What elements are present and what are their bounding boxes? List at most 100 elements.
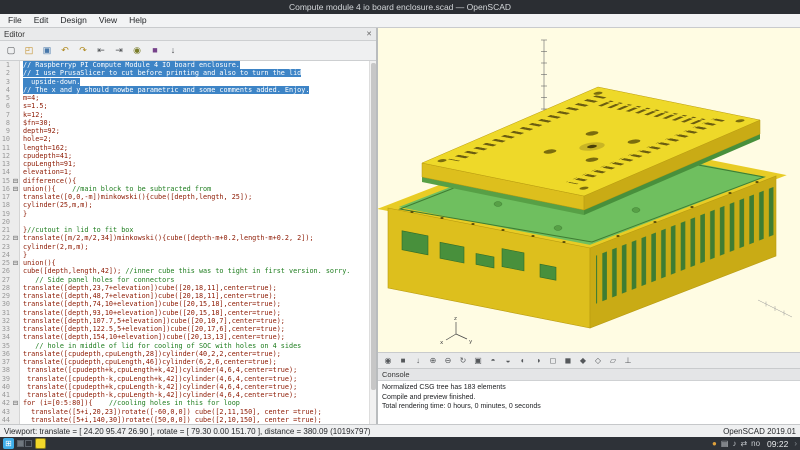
menu-design[interactable]: Design — [54, 14, 92, 27]
3d-viewport[interactable]: z x y — [378, 28, 800, 352]
view-diagonal-icon[interactable]: ◆ — [576, 354, 590, 367]
new-file-icon[interactable]: ▢ — [3, 43, 19, 59]
desktop-1[interactable] — [17, 440, 24, 447]
indent-icon[interactable]: ⇥ — [111, 43, 127, 59]
preview-icon[interactable]: ◉ — [381, 354, 395, 367]
fold-marker[interactable] — [12, 119, 20, 127]
fold-marker[interactable] — [12, 292, 20, 300]
save-file-icon[interactable]: ▣ — [39, 43, 55, 59]
hide-panel-icon[interactable]: › — [794, 439, 797, 448]
app-launcher-icon[interactable]: ⊞ — [3, 438, 14, 449]
fold-marker[interactable] — [12, 144, 20, 152]
fold-marker[interactable] — [12, 333, 20, 341]
keyboard-layout-indicator[interactable]: no — [750, 439, 761, 448]
perspective-icon[interactable]: ◇ — [591, 354, 605, 367]
console-message: Compile and preview finished. — [382, 393, 796, 403]
fold-marker[interactable] — [12, 111, 20, 119]
reset-view-icon[interactable]: ↻ — [456, 354, 470, 367]
orthogonal-icon[interactable]: ▱ — [606, 354, 620, 367]
fold-marker[interactable] — [12, 135, 20, 143]
line-number: 5 — [0, 94, 12, 102]
fold-marker[interactable] — [12, 193, 20, 201]
export-icon[interactable]: ↓ — [165, 43, 181, 59]
fold-marker[interactable] — [12, 350, 20, 358]
clock[interactable]: 09:22 — [764, 439, 791, 449]
fold-marker[interactable] — [12, 78, 20, 86]
close-icon[interactable]: ✕ — [366, 30, 372, 38]
fold-marker[interactable] — [12, 325, 20, 333]
fold-marker[interactable] — [12, 383, 20, 391]
view-front-icon[interactable]: ◻ — [546, 354, 560, 367]
fold-marker[interactable] — [12, 276, 20, 284]
taskbar-app-openscad[interactable] — [35, 438, 46, 449]
fold-marker[interactable] — [12, 168, 20, 176]
fold-marker[interactable] — [12, 408, 20, 416]
menu-view[interactable]: View — [93, 14, 123, 27]
view-all-icon[interactable]: ▣ — [471, 354, 485, 367]
fold-marker[interactable] — [12, 86, 20, 94]
fold-marker[interactable] — [12, 218, 20, 226]
fold-marker[interactable] — [12, 251, 20, 259]
virtual-desktop-pager[interactable] — [17, 440, 32, 447]
fold-marker[interactable] — [12, 226, 20, 234]
view-back-icon[interactable]: ◼ — [561, 354, 575, 367]
fold-marker[interactable] — [12, 358, 20, 366]
fold-marker[interactable] — [12, 102, 20, 110]
fold-marker[interactable]: ⊟ — [12, 177, 20, 185]
preview-icon[interactable]: ◉ — [129, 43, 145, 59]
view-right-icon[interactable]: ◑ — [531, 354, 545, 367]
fold-marker[interactable]: ⊟ — [12, 185, 20, 193]
redo-icon[interactable]: ↷ — [75, 43, 91, 59]
render-icon[interactable]: ■ — [147, 43, 163, 59]
open-file-icon[interactable]: ◰ — [21, 43, 37, 59]
view-left-icon[interactable]: ◐ — [516, 354, 530, 367]
fold-marker[interactable] — [12, 375, 20, 383]
view-bottom-icon[interactable]: ◒ — [501, 354, 515, 367]
render-icon[interactable]: ■ — [396, 354, 410, 367]
show-axes-icon[interactable]: ⊥ — [621, 354, 635, 367]
fold-marker[interactable] — [12, 342, 20, 350]
scrollbar-thumb[interactable] — [371, 63, 376, 390]
fold-marker[interactable]: ⊟ — [12, 399, 20, 407]
code-text: elevation=1; — [23, 168, 72, 176]
zoom-in-icon[interactable]: ⊕ — [426, 354, 440, 367]
tray-volume-icon[interactable]: ♪ — [731, 439, 737, 448]
menu-edit[interactable]: Edit — [28, 14, 55, 27]
line-number: 43 — [0, 408, 12, 416]
fold-marker[interactable] — [12, 210, 20, 218]
unindent-icon[interactable]: ⇤ — [93, 43, 109, 59]
editor-scrollbar[interactable] — [369, 61, 376, 424]
fold-marker[interactable] — [12, 160, 20, 168]
fold-marker[interactable] — [12, 300, 20, 308]
editor-line: 31 translate([depth,93,10+elevation])cub… — [0, 309, 376, 317]
desktop-2[interactable] — [25, 440, 32, 447]
zoom-out-icon[interactable]: ⊖ — [441, 354, 455, 367]
fold-marker[interactable] — [12, 366, 20, 374]
view-top-icon[interactable]: ◓ — [486, 354, 500, 367]
tray-status-icon[interactable]: ● — [711, 439, 718, 448]
fold-marker[interactable] — [12, 391, 20, 399]
fold-marker[interactable] — [12, 309, 20, 317]
fold-marker[interactable] — [12, 317, 20, 325]
tray-network-icon[interactable]: ⇄ — [739, 439, 748, 448]
fold-marker[interactable] — [12, 284, 20, 292]
fold-marker[interactable] — [12, 267, 20, 275]
fold-marker[interactable] — [12, 127, 20, 135]
fold-marker[interactable] — [12, 243, 20, 251]
tray-clipboard-icon[interactable]: ▤ — [720, 439, 730, 448]
window-titlebar[interactable]: Compute module 4 io board enclosure.scad… — [0, 0, 800, 14]
fold-marker[interactable] — [12, 152, 20, 160]
fold-marker[interactable] — [12, 69, 20, 77]
code-editor[interactable]: 1 // Raspberryp PI Compute Module 4 IO b… — [0, 61, 376, 424]
menu-file[interactable]: File — [2, 14, 28, 27]
fold-marker[interactable] — [12, 94, 20, 102]
fold-marker[interactable]: ⊟ — [12, 259, 20, 267]
fold-marker[interactable] — [12, 416, 20, 424]
fold-marker[interactable]: ⊟ — [12, 234, 20, 242]
menu-help[interactable]: Help — [123, 14, 152, 27]
fold-marker[interactable] — [12, 61, 20, 69]
editor-line: 29 translate([depth,48,7+elevation])cube… — [0, 292, 376, 300]
undo-icon[interactable]: ↶ — [57, 43, 73, 59]
export-stl-icon[interactable]: ↓ — [411, 354, 425, 367]
fold-marker[interactable] — [12, 201, 20, 209]
